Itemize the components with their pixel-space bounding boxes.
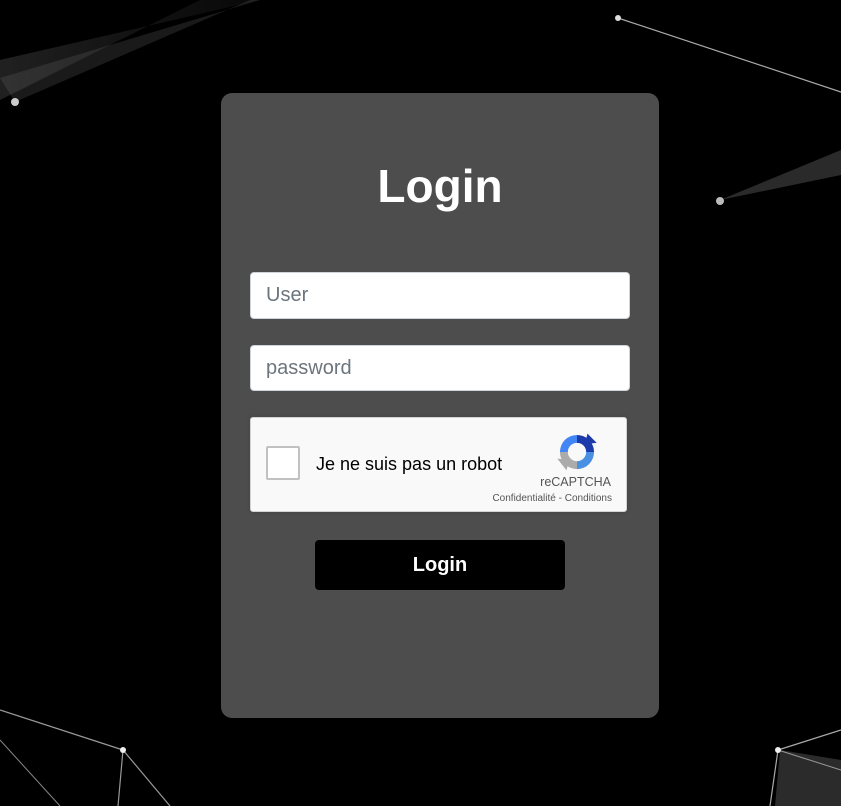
recaptcha-checkbox-label: Je ne suis pas un robot [316, 454, 503, 474]
recaptcha-widget: Je ne suis pas un robot reCAPTCHA Confid… [250, 417, 627, 512]
privacy-link[interactable]: Confidentialité [492, 493, 555, 504]
recaptcha-brand: reCAPTCHA [540, 475, 611, 489]
password-input[interactable] [250, 345, 630, 391]
terms-link[interactable]: Conditions [565, 493, 612, 504]
login-title: Login [377, 160, 503, 212]
link-separator: - [558, 493, 562, 504]
login-button[interactable]: Login [315, 540, 565, 590]
recaptcha-logo-icon [557, 433, 597, 471]
login-card: Login Je ne suis pas un robot reCAPTCHA … [221, 93, 659, 718]
recaptcha-checkbox[interactable] [266, 446, 300, 480]
recaptcha-links: Confidentialité - Conditions [492, 493, 612, 504]
user-input[interactable] [250, 272, 630, 319]
